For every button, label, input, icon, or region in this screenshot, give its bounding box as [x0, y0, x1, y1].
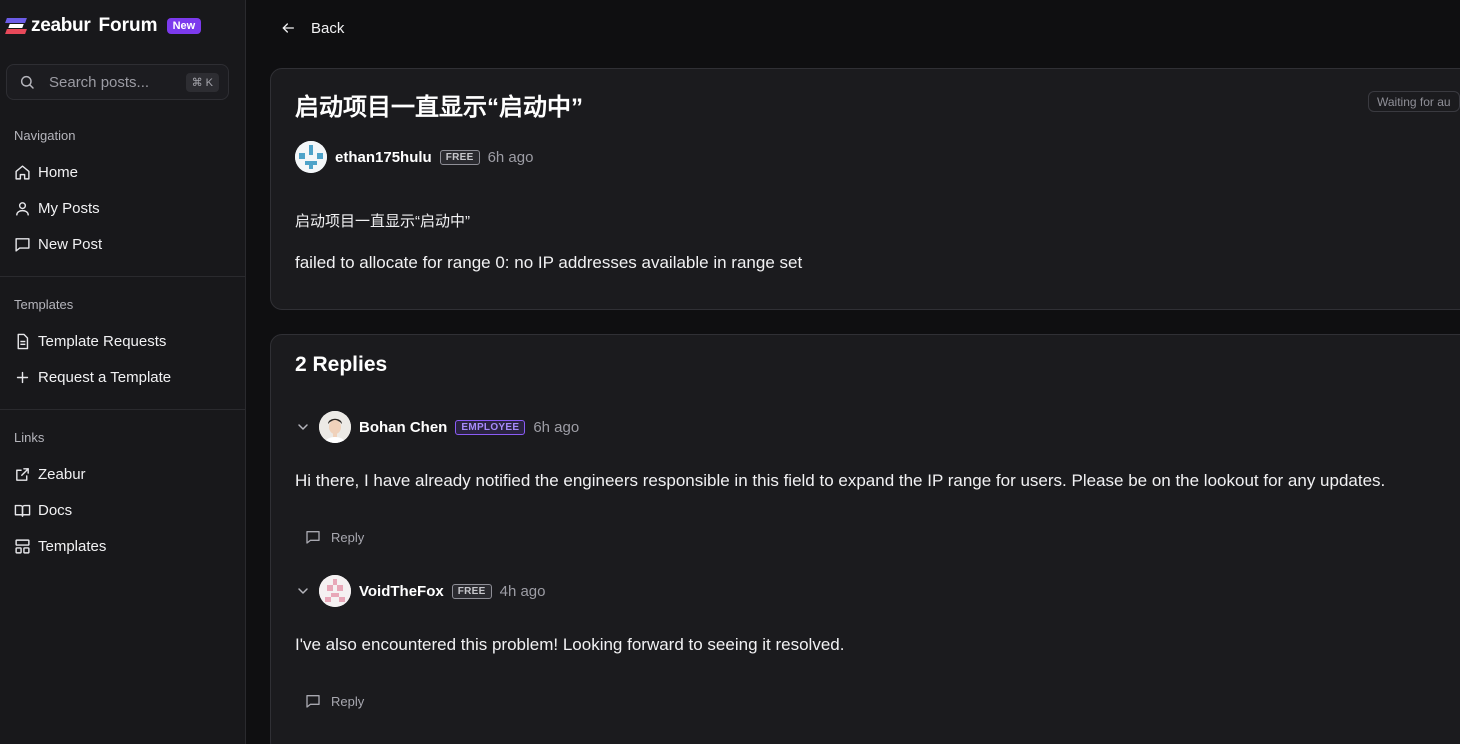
sidebar-item-templates[interactable]: Templates	[14, 534, 234, 558]
avatar[interactable]	[319, 575, 351, 607]
external-link-icon	[14, 466, 31, 483]
reply-button-label: Reply	[331, 693, 365, 709]
new-badge: New	[166, 18, 202, 34]
sidebar-item-home[interactable]: Home	[14, 160, 234, 184]
sidebar-item-new-post[interactable]: New Post	[14, 232, 234, 256]
sidebar-item-label: Template Requests	[38, 332, 167, 350]
sidebar-item-label: Zeabur	[38, 465, 86, 483]
message-square-icon	[305, 529, 321, 545]
reply-time: 4h ago	[499, 582, 546, 600]
section-title-links: Links	[14, 430, 45, 445]
chevron-down-icon[interactable]	[295, 419, 311, 435]
arrow-left-icon	[280, 20, 296, 36]
back-button[interactable]: Back	[280, 16, 344, 40]
author-name[interactable]: Bohan Chen	[359, 419, 447, 436]
sidebar-item-label: Templates	[38, 537, 107, 555]
post-card: 启动项目一直显示“启动中” Waiting for au ethan175hul…	[270, 68, 1460, 310]
sidebar-item-label: New Post	[38, 235, 103, 253]
avatar[interactable]	[319, 411, 351, 443]
tier-badge: FREE	[439, 149, 480, 165]
reply-header: VoidTheFox FREE 4h ago	[295, 575, 546, 607]
section-title-templates: Templates	[14, 297, 74, 312]
post-time: 6h ago	[487, 148, 534, 166]
back-label: Back	[311, 19, 345, 37]
home-icon	[14, 164, 31, 181]
message-square-icon	[305, 693, 321, 709]
sidebar-divider	[0, 276, 245, 277]
section-title-navigation: Navigation	[14, 128, 76, 143]
brand-name: zeabur	[31, 15, 91, 36]
author-name[interactable]: VoidTheFox	[359, 583, 444, 600]
reply-button-label: Reply	[331, 529, 365, 545]
search-input[interactable]: Search posts... ⌘ K	[6, 64, 229, 100]
file-text-icon	[14, 333, 31, 350]
reply-button[interactable]: Reply	[305, 690, 364, 712]
plus-icon	[14, 369, 31, 386]
user-icon	[14, 200, 31, 217]
sidebar-item-template-requests[interactable]: Template Requests	[14, 329, 234, 353]
employee-badge: EMPLOYEE	[455, 419, 526, 435]
sidebar-item-label: Home	[38, 163, 79, 181]
sidebar: zeabur Forum New Search posts... ⌘ K Nav…	[0, 0, 246, 744]
post-body-line: failed to allocate for range 0: no IP ad…	[295, 253, 803, 272]
reply-text: I've also encountered this problem! Look…	[295, 635, 845, 654]
brand[interactable]: zeabur Forum New	[5, 14, 202, 38]
tier-badge: FREE	[451, 583, 492, 599]
message-square-icon	[14, 236, 31, 253]
avatar[interactable]	[295, 141, 327, 173]
search-icon	[19, 74, 35, 90]
sidebar-item-label: Docs	[38, 501, 73, 519]
reply-text: Hi there, I have already notified the en…	[295, 471, 1386, 490]
status-badge: Waiting for au	[1368, 91, 1460, 112]
sidebar-divider	[0, 409, 245, 410]
sidebar-item-zeabur[interactable]: Zeabur	[14, 462, 234, 486]
sidebar-item-docs[interactable]: Docs	[14, 498, 234, 522]
layout-icon	[14, 538, 31, 555]
app: zeabur Forum New Search posts... ⌘ K Nav…	[0, 0, 1460, 744]
chevron-down-icon[interactable]	[295, 583, 311, 599]
search-shortcut: ⌘ K	[185, 73, 219, 92]
sidebar-item-label: My Posts	[38, 199, 100, 217]
sidebar-item-request-template[interactable]: Request a Template	[14, 365, 234, 389]
reply-time: 6h ago	[533, 418, 580, 436]
sidebar-item-my-posts[interactable]: My Posts	[14, 196, 234, 220]
replies-title: 2 Replies	[295, 353, 388, 376]
brand-product: Forum	[98, 15, 158, 36]
book-open-icon	[14, 502, 31, 519]
post-title: 启动项目一直显示“启动中”	[295, 94, 583, 121]
replies-card: 2 Replies Bohan Chen EMPLOYEE 6h ago Hi …	[270, 334, 1460, 744]
author-name[interactable]: ethan175hulu	[335, 149, 432, 166]
reply-button[interactable]: Reply	[305, 526, 364, 548]
post-body-line: 启动项目一直显示“启动中”	[295, 213, 470, 230]
search-placeholder: Search posts...	[49, 73, 150, 91]
zeabur-logo-icon	[5, 17, 27, 35]
post-author: ethan175hulu FREE 6h ago	[295, 141, 533, 173]
sidebar-item-label: Request a Template	[38, 368, 172, 386]
reply-header: Bohan Chen EMPLOYEE 6h ago	[295, 411, 579, 443]
